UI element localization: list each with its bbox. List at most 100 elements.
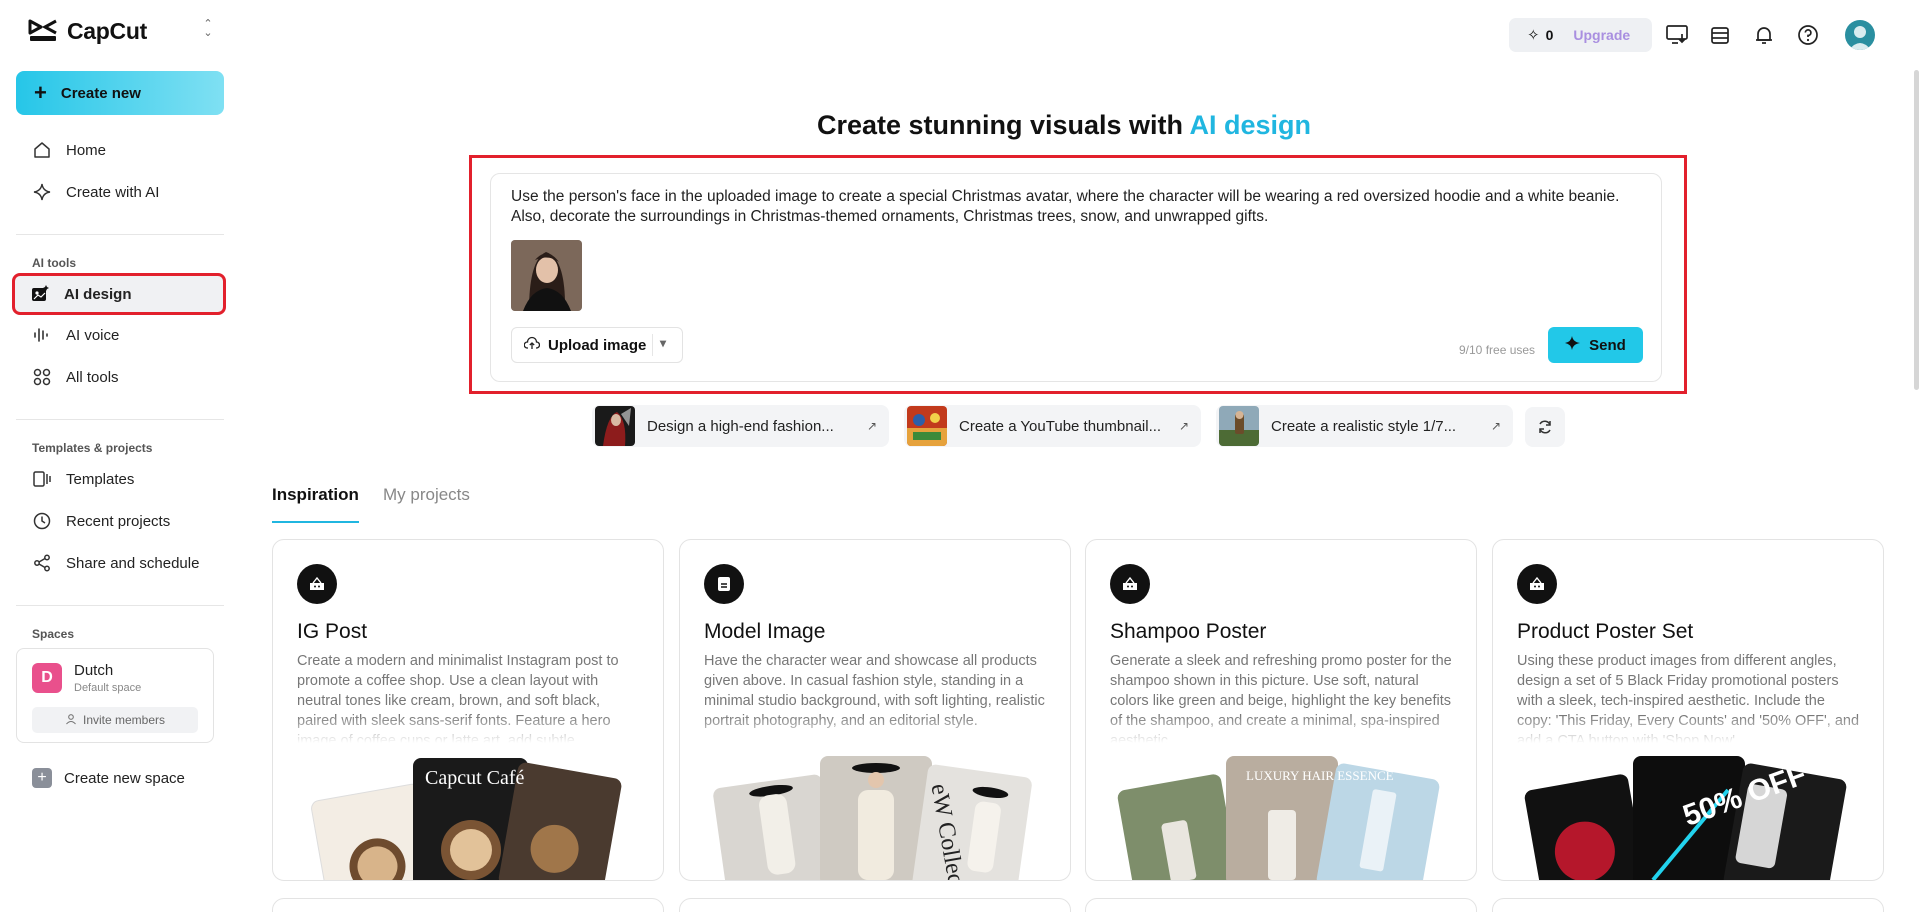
sidebar-item-label: Create with AI [66, 183, 160, 201]
card-artwork: Capcut Café [311, 758, 622, 880]
suggestion-chip[interactable]: Design a high-end fashion... ↗ [592, 405, 889, 447]
create-new-button[interactable]: + Create new [16, 71, 224, 115]
credits-badge[interactable]: ✧ 0 Upgrade [1509, 18, 1652, 52]
help-icon[interactable] [1795, 22, 1821, 48]
waveform-icon [32, 325, 52, 345]
grid-icon [32, 367, 52, 387]
share-icon [32, 553, 52, 573]
tab-my-projects[interactable]: My projects [383, 485, 470, 505]
suggestion-thumbnail [1219, 406, 1259, 446]
inspiration-card[interactable]: Shampoo Poster Generate a sleek and refr… [1085, 539, 1477, 881]
space-avatar: D [32, 663, 62, 693]
chevron-down-icon[interactable]: ▾ [660, 336, 666, 350]
prompt-composer[interactable]: Use the person's face in the uploaded im… [490, 173, 1662, 382]
tag-icon [1110, 564, 1150, 604]
card-description: Create a modern and minimalist Instagram… [297, 653, 619, 743]
sidebar-item-recent-projects[interactable]: Recent projects [16, 503, 222, 539]
cloud-upload-icon [523, 336, 541, 354]
card-art-text: LUXURY HAIR ESSENCE [1246, 768, 1394, 783]
capcut-logo[interactable]: CapCut [27, 16, 147, 46]
plus-square-icon: + [32, 768, 52, 788]
inspiration-card[interactable] [679, 898, 1071, 912]
person-add-icon [65, 713, 77, 728]
clock-icon [32, 511, 52, 531]
card-art-text: Capcut Café [425, 767, 525, 789]
prompt-input[interactable]: Use the person's face in the uploaded im… [511, 187, 1641, 227]
app-name: CapCut [67, 17, 147, 44]
card-artwork: 50% OFF [1524, 756, 1847, 880]
card-title: Shampoo Poster [1110, 620, 1267, 643]
document-icon [704, 564, 744, 604]
suggestion-label: Design a high-end fashion... [647, 417, 834, 435]
user-avatar[interactable] [1845, 20, 1875, 50]
home-icon [32, 140, 52, 160]
space-name: Dutch [74, 662, 114, 679]
sidebar-item-share-schedule[interactable]: Share and schedule [16, 545, 222, 581]
card-title: Model Image [704, 620, 826, 643]
inspiration-card[interactable]: IG Post Create a modern and minimalist I… [272, 539, 664, 881]
sidebar-item-label: Recent projects [66, 512, 171, 530]
ai-design-icon [30, 284, 50, 304]
workspace-switch-icon[interactable]: ⌃ ⌄ [200, 19, 216, 42]
section-label-spaces: Spaces [32, 627, 75, 641]
tag-icon [1517, 564, 1557, 604]
plus-icon: + [34, 80, 47, 105]
create-new-space-button[interactable]: + Create new space [32, 768, 185, 788]
sidebar-item-ai-design[interactable]: AI design [12, 273, 226, 315]
sidebar-item-templates[interactable]: Templates [16, 461, 222, 497]
tab-inspiration[interactable]: Inspiration [272, 485, 359, 505]
sidebar-item-ai-voice[interactable]: AI voice [16, 317, 222, 353]
storage-icon[interactable] [1707, 22, 1733, 48]
upload-image-button[interactable]: Upload image ▾ [511, 327, 683, 363]
sidebar-item-all-tools[interactable]: All tools [16, 359, 222, 395]
desktop-download-icon[interactable] [1664, 22, 1690, 48]
inspiration-card[interactable]: Model Image Have the character wear and … [679, 539, 1071, 881]
sidebar-item-create-with-ai[interactable]: Create with AI [16, 174, 222, 210]
sparkle-icon [1565, 335, 1581, 355]
card-artwork: LUXURY HAIR ESSENCE [1117, 756, 1440, 880]
button-separator [652, 334, 653, 356]
suggestion-thumbnail [595, 406, 635, 446]
invite-members-button[interactable]: Invite members [32, 707, 198, 733]
sparkle-icon: ✧ [1527, 27, 1540, 44]
sidebar-item-label: All tools [66, 368, 119, 386]
refresh-icon [1539, 420, 1551, 434]
card-title: IG Post [297, 620, 368, 643]
card-artwork: eW Collecti [713, 756, 1032, 880]
templates-icon [32, 469, 52, 489]
inspiration-card[interactable] [272, 898, 664, 912]
send-button[interactable]: Send [1548, 327, 1643, 363]
section-label-ai-tools: AI tools [32, 256, 76, 270]
uploaded-image-thumbnail[interactable] [511, 240, 582, 311]
sidebar-item-label: Templates [66, 470, 135, 488]
space-subtitle: Default space [74, 682, 142, 694]
suggestion-thumbnail [907, 406, 947, 446]
free-uses-counter: 9/10 free uses [1459, 343, 1536, 357]
suggestion-chip[interactable]: Create a realistic style 1/7... ↗ [1216, 405, 1513, 447]
arrow-up-right-icon: ↗ [1178, 419, 1189, 433]
suggestion-chip[interactable]: Create a YouTube thumbnail... ↗ [904, 405, 1201, 447]
page-title: Create stunning visuals with AI design [0, 110, 1920, 141]
card-description: Have the character wear and showcase all… [704, 653, 1045, 729]
inspiration-card[interactable] [1492, 898, 1884, 912]
sidebar-item-label: AI design [64, 285, 132, 303]
section-label-templates: Templates & projects [32, 441, 153, 455]
suggestion-label: Create a YouTube thumbnail... [959, 417, 1162, 435]
upgrade-link[interactable]: Upgrade [1573, 27, 1630, 43]
sidebar-divider [16, 605, 224, 606]
bell-icon[interactable] [1751, 22, 1777, 48]
card-description: Using these product images from differen… [1517, 653, 1860, 743]
create-new-space-label: Create new space [64, 769, 185, 787]
refresh-suggestions-button[interactable] [1525, 407, 1565, 447]
upload-image-label: Upload image [548, 336, 647, 354]
page-title-accent: AI design [1189, 110, 1312, 140]
sidebar-divider [16, 234, 224, 235]
scrollbar[interactable] [1914, 70, 1919, 390]
inspiration-card[interactable] [1085, 898, 1477, 912]
tag-icon [297, 564, 337, 604]
arrow-up-right-icon: ↗ [1490, 419, 1501, 433]
space-card[interactable]: D Dutch Default space Invite members [16, 648, 214, 743]
suggestion-label: Create a realistic style 1/7... [1271, 417, 1457, 435]
tab-active-indicator [272, 521, 359, 523]
inspiration-card[interactable]: Product Poster Set Using these product i… [1492, 539, 1884, 881]
